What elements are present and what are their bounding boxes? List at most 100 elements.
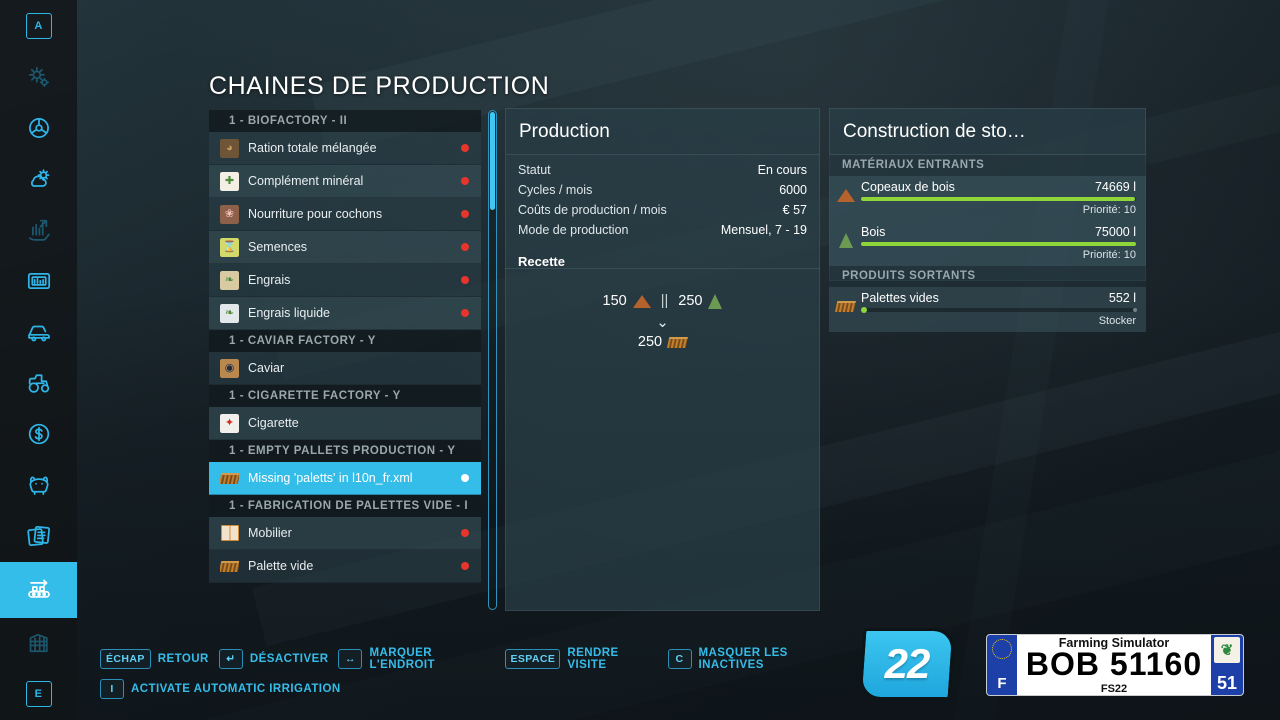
sidebar-item-production-conveyor[interactable] bbox=[0, 562, 77, 618]
help-label: ACTIVATE AUTOMATIC IRRIGATION bbox=[131, 683, 341, 695]
recipe-separator: || bbox=[661, 293, 669, 309]
statistics-icon bbox=[26, 268, 52, 294]
production-item-label: Nourriture pour cochons bbox=[248, 207, 461, 221]
recipe-input-amount: 250 bbox=[678, 293, 702, 309]
recipe-diagram: 150||250 ⌄ 250 bbox=[506, 293, 819, 350]
fill-level-bar bbox=[861, 242, 1136, 246]
fill-type-name: Palettes vides bbox=[861, 291, 939, 305]
production-list[interactable]: 1 - BIOFACTORY - II◕Ration totale mélang… bbox=[209, 110, 481, 610]
help-key: ESPACE bbox=[505, 649, 560, 669]
recipe-divider bbox=[505, 268, 820, 269]
list-scrollbar[interactable] bbox=[488, 110, 497, 610]
production-stats: StatutEn coursCycles / mois6000Coûts de … bbox=[506, 155, 819, 243]
sidebar-item-price-dollar[interactable] bbox=[0, 409, 77, 460]
tractor-icon bbox=[26, 370, 52, 396]
plate-center: Farming Simulator BOB 51160 FS22 bbox=[1017, 635, 1211, 695]
fill-amount: 75000 l bbox=[1095, 225, 1136, 239]
production-list-item[interactable]: ◉Caviar bbox=[209, 352, 481, 385]
production-panel-title: Production bbox=[506, 109, 819, 155]
help-shortcut[interactable]: ESPACERENDRE VISITE bbox=[505, 644, 657, 674]
scrollbar-thumb[interactable] bbox=[490, 112, 495, 210]
production-item-label: Ration totale mélangée bbox=[248, 141, 461, 155]
production-item-label: Palette vide bbox=[248, 559, 461, 573]
production-stat-value: € 57 bbox=[783, 203, 807, 217]
contracts-icon bbox=[26, 523, 52, 549]
production-list-item-selected[interactable]: Missing 'paletts' in l10n_fr.xml bbox=[209, 462, 481, 495]
badge-number: 22 bbox=[861, 628, 953, 700]
sidebar-item-vehicle-list[interactable] bbox=[0, 306, 77, 357]
storage-fill-levels: MATÉRIAUX ENTRANTSCopeaux de bois74669 l… bbox=[829, 155, 1146, 332]
sidebar-item-key-a[interactable]: A bbox=[0, 0, 77, 51]
department-number: 51 bbox=[1217, 673, 1237, 694]
production-stat-row: StatutEn cours bbox=[506, 163, 819, 183]
key-a-icon: A bbox=[26, 13, 52, 39]
production-list-item[interactable]: ✚Complément minéral bbox=[209, 165, 481, 198]
help-label: DÉSACTIVER bbox=[250, 653, 329, 665]
sidebar-item-statistics[interactable] bbox=[0, 255, 77, 306]
incoming-materials-label: MATÉRIAUX ENTRANTS bbox=[829, 155, 1146, 176]
production-list-item[interactable]: ⌛Semences bbox=[209, 231, 481, 264]
production-list-item[interactable]: ❀Nourriture pour cochons bbox=[209, 198, 481, 231]
mineral-feed-icon: ✚ bbox=[220, 172, 239, 191]
help-shortcut[interactable]: ↔MARQUER L'ENDROIT bbox=[338, 644, 495, 674]
wood-chips-icon bbox=[633, 295, 651, 308]
help-shortcut[interactable]: ↵DÉSACTIVER bbox=[219, 644, 329, 674]
help-key: ÉCHAP bbox=[100, 649, 151, 669]
production-list-item[interactable]: ❧Engrais bbox=[209, 264, 481, 297]
sidebar-item-tractor[interactable] bbox=[0, 358, 77, 409]
input-fill-row[interactable]: Copeaux de bois74669 lPriorité: 10 bbox=[829, 176, 1146, 221]
page-title: CHAINES DE PRODUCTION bbox=[209, 72, 549, 101]
production-stat-value: En cours bbox=[758, 163, 807, 177]
pallet-icon bbox=[668, 337, 687, 348]
pallet-icon bbox=[220, 469, 239, 488]
outgoing-products-label: PRODUITS SORTANTS bbox=[829, 266, 1146, 287]
help-shortcut[interactable]: ÉCHAPRETOUR bbox=[100, 644, 209, 674]
production-list-item[interactable]: Mobilier bbox=[209, 517, 481, 550]
input-fill-row[interactable]: Bois75000 lPriorité: 10 bbox=[829, 221, 1146, 266]
wood-tree-icon bbox=[708, 294, 722, 309]
storage-panel-title: Construction de sto… bbox=[830, 109, 1145, 155]
sidebar-item-finances-growth[interactable] bbox=[0, 204, 77, 255]
sidebar-item-key-e[interactable]: E bbox=[0, 669, 77, 720]
eu-band: F bbox=[987, 635, 1017, 695]
help-label: MASQUER LES INACTIVES bbox=[699, 647, 850, 671]
sidebar-item-construction[interactable] bbox=[0, 618, 77, 669]
production-list-item[interactable]: ✦Cigarette bbox=[209, 407, 481, 440]
production-list-item[interactable]: ❧Engrais liquide bbox=[209, 297, 481, 330]
fill-sub-label: Priorité: 10 bbox=[861, 204, 1136, 216]
sidebar-item-gears[interactable] bbox=[0, 51, 77, 102]
plate-registration: BOB 51160 bbox=[1017, 646, 1211, 683]
production-item-label: Missing 'paletts' in l10n_fr.xml bbox=[248, 471, 461, 485]
vehicle-list-icon bbox=[26, 319, 52, 345]
status-indicator-dot bbox=[461, 529, 469, 537]
fill-sub-label: Stocker bbox=[861, 315, 1136, 327]
production-list-item[interactable]: ◕Ration totale mélangée bbox=[209, 132, 481, 165]
production-conveyor-icon bbox=[26, 577, 52, 603]
production-panel: Production StatutEn coursCycles / mois60… bbox=[505, 108, 820, 611]
sidebar-item-animals-cow[interactable] bbox=[0, 460, 77, 511]
furniture-icon bbox=[220, 524, 239, 543]
output-fill-row[interactable]: Palettes vides552 lStocker bbox=[829, 287, 1146, 332]
sidebar-item-weather[interactable] bbox=[0, 153, 77, 204]
pallet-icon bbox=[220, 557, 239, 576]
pallet-icon bbox=[836, 297, 855, 316]
help-shortcut[interactable]: I ACTIVATE AUTOMATIC IRRIGATION bbox=[100, 674, 341, 704]
status-indicator-dot bbox=[461, 243, 469, 251]
key-e-icon: E bbox=[26, 681, 52, 707]
status-indicator-dot bbox=[461, 144, 469, 152]
department-band: ❦ 51 bbox=[1211, 635, 1243, 695]
production-stat-row: Mode de productionMensuel, 7 - 19 bbox=[506, 223, 819, 243]
seeds-icon: ⌛ bbox=[220, 238, 239, 257]
price-dollar-icon bbox=[26, 421, 52, 447]
production-list-item[interactable]: Palette vide bbox=[209, 550, 481, 583]
production-stat-key: Coûts de production / mois bbox=[518, 203, 667, 217]
status-indicator-dot bbox=[461, 309, 469, 317]
help-key: I bbox=[100, 679, 124, 699]
help-label: MARQUER L'ENDROIT bbox=[369, 647, 495, 671]
production-stat-key: Mode de production bbox=[518, 223, 629, 237]
production-group-header: 1 - FABRICATION DE PALETTES VIDE - I bbox=[209, 495, 481, 517]
fill-amount: 74669 l bbox=[1095, 180, 1136, 194]
help-shortcut[interactable]: CMASQUER LES INACTIVES bbox=[668, 644, 850, 674]
sidebar-item-steering-wheel[interactable] bbox=[0, 102, 77, 153]
sidebar-item-contracts[interactable] bbox=[0, 511, 77, 562]
